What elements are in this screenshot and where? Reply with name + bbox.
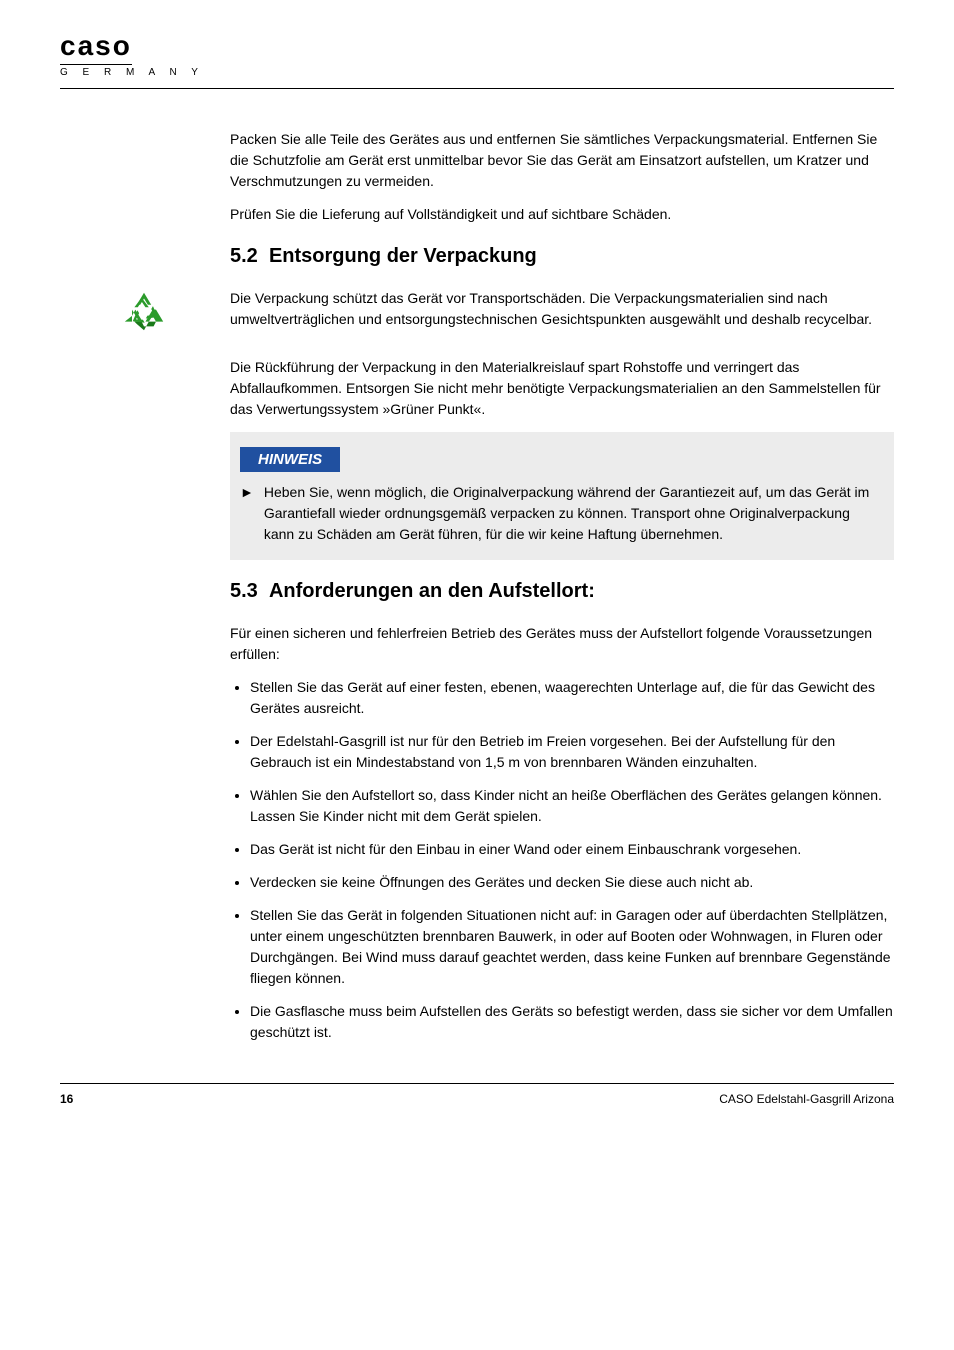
page-number: 16 — [60, 1092, 73, 1106]
intro-para-2: Prüfen Sie die Lieferung auf Vollständig… — [230, 204, 894, 225]
list-item: Stellen Sie das Gerät in folgenden Situa… — [250, 905, 894, 989]
section-heading-1: 5.2 Entsorgung der Verpackung — [230, 245, 894, 268]
note-box: HINWEIS ► Heben Sie, wenn möglich, die O… — [230, 432, 894, 560]
intro-para-1: Packen Sie alle Teile des Gerätes aus un… — [230, 129, 894, 192]
section1-para2: Die Rückführung der Verpackung in den Ma… — [230, 357, 894, 420]
footer-product: CASO Edelstahl-Gasgrill Arizona — [719, 1092, 894, 1106]
list-item: Wählen Sie den Aufstellort so, dass Kind… — [250, 785, 894, 827]
list-item: Die Gasflasche muss beim Aufstellen des … — [250, 1001, 894, 1043]
page-header: caso G E R M A N Y — [60, 30, 894, 89]
section1-para1: Die Verpackung schützt das Gerät vor Tra… — [230, 288, 894, 330]
requirements-intro: Für einen sicheren und fehlerfreien Betr… — [230, 623, 894, 665]
list-item: Stellen Sie das Gerät auf einer festen, … — [250, 677, 894, 719]
requirements-list: Stellen Sie das Gerät auf einer festen, … — [230, 677, 894, 1043]
page-footer: 16 CASO Edelstahl-Gasgrill Arizona — [60, 1083, 894, 1106]
list-item: Der Edelstahl-Gasgrill ist nur für den B… — [250, 731, 894, 773]
note-text: Heben Sie, wenn möglich, die Originalver… — [264, 482, 874, 545]
logo: caso G E R M A N Y — [60, 30, 204, 78]
arrow-icon: ► — [240, 484, 254, 500]
logo-main: caso — [60, 30, 132, 65]
recycle-icon — [120, 288, 168, 336]
logo-sub: G E R M A N Y — [60, 67, 204, 78]
list-item: Verdecken sie keine Öffnungen des Geräte… — [250, 872, 894, 893]
list-item: Das Gerät ist nicht für den Einbau in ei… — [250, 839, 894, 860]
section-heading-2: 5.3 Anforderungen an den Aufstellort: — [230, 580, 894, 603]
note-header: HINWEIS — [240, 447, 340, 472]
